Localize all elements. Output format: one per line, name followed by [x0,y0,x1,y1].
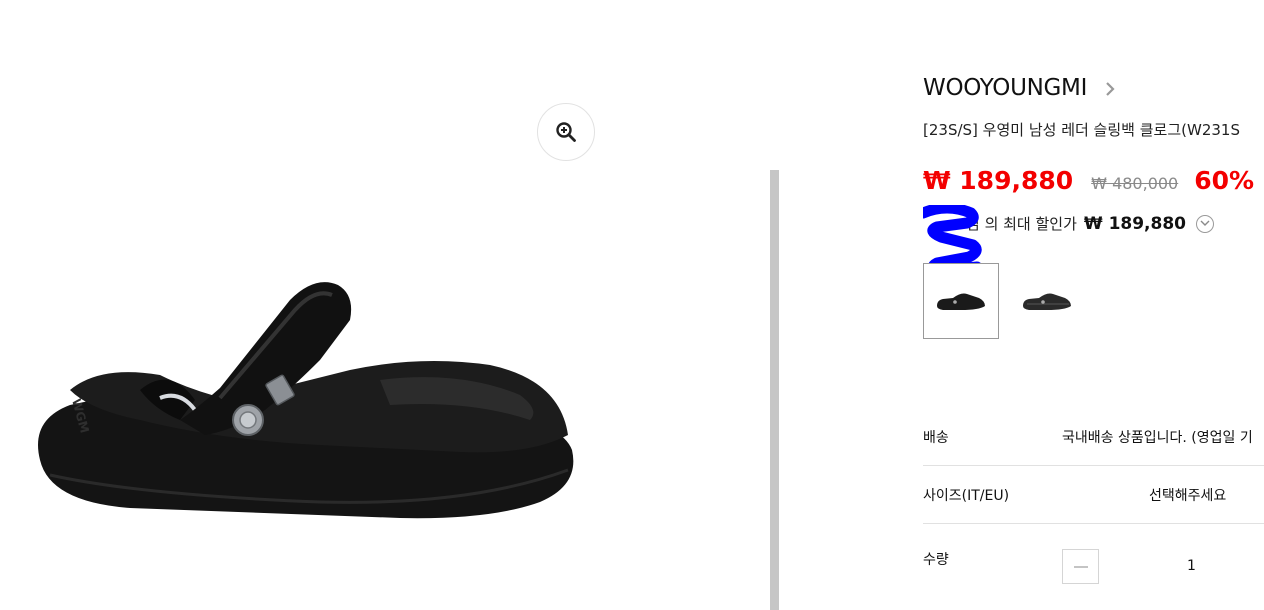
chevron-down-icon [1200,220,1210,226]
divider [923,465,1264,466]
product-main-image: WGM [38,282,574,519]
minus-icon [1073,566,1088,567]
size-select[interactable]: 선택해주세요 [1149,485,1226,505]
image-scrollbar[interactable] [770,170,779,610]
quantity-value[interactable]: 1 [1187,558,1196,574]
shipping-value: 국내배송 상품입니다. (영업일 기 [1062,430,1253,446]
zoom-in-icon [556,122,576,142]
product-title: [23S/S] 우영미 남성 레더 슬링백 클로그(W231S [923,121,1240,139]
quantity-decrease-button[interactable] [1062,549,1099,584]
zoom-button[interactable] [537,103,595,161]
price-row: ₩ 189,880 ₩ 480,000 60% [923,166,1254,195]
thumbnail-1[interactable] [923,263,999,339]
product-info-panel: WOOYOUNGMI [23S/S] 우영미 남성 레더 슬링백 클로그(W23… [923,0,1264,610]
shipping-label: 배송 [923,430,949,446]
divider [923,523,1264,524]
discount-rate: 60% [1194,166,1255,195]
quantity-label: 수량 [923,552,949,568]
brand-name[interactable]: WOOYOUNGMI [923,75,1087,101]
max-discount-toggle[interactable] [1196,214,1215,233]
size-label: 사이즈(IT/EU) [923,488,1010,504]
original-price: ₩ 480,000 [1091,174,1179,193]
sale-price: ₩ 189,880 [923,166,1074,195]
max-discount-price: ₩ 189,880 [1083,213,1187,234]
chevron-right-icon [1106,82,1115,96]
brand-link[interactable]: WOOYOUNGMI [923,75,1115,101]
thumbnail-2[interactable] [1009,263,1085,339]
thumbnail-shoe-image [1023,293,1071,310]
thumbnail-shoe-image [937,293,985,310]
